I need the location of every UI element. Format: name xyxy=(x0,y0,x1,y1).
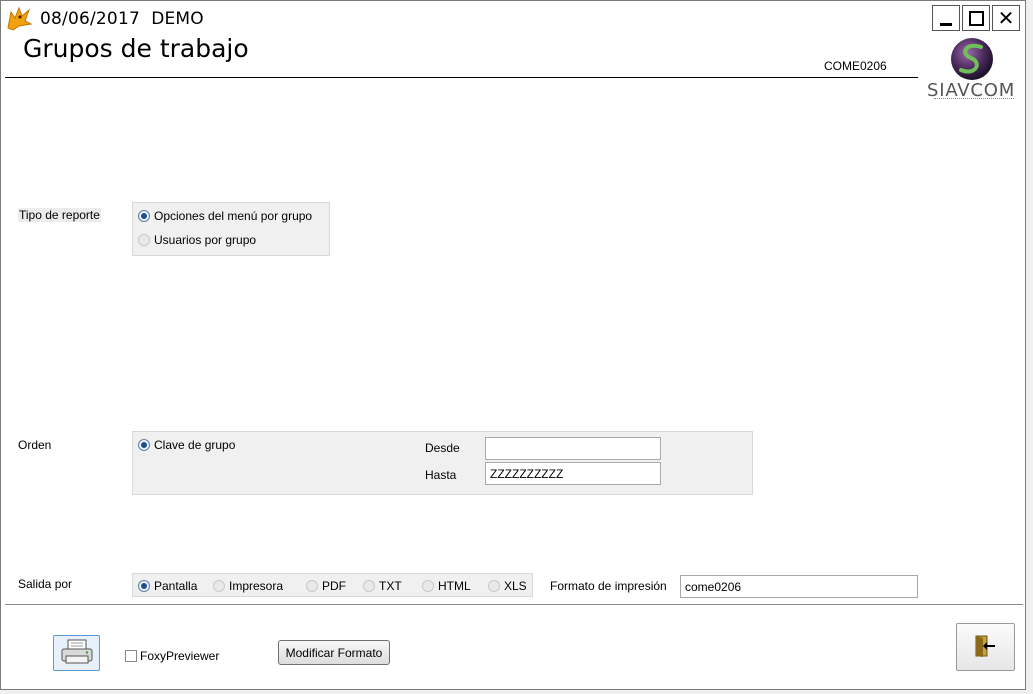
fox-icon xyxy=(5,4,33,32)
from-input[interactable] xyxy=(485,437,661,460)
to-label: Hasta xyxy=(425,468,457,482)
radio-option-clave-de-grupo[interactable]: Clave de grupo xyxy=(138,438,235,452)
minimize-icon xyxy=(940,22,952,26)
title-bar[interactable]: 08/06/2017 DEMO ✕ xyxy=(1,1,1025,33)
radio-selected-icon xyxy=(138,439,150,451)
window-title: 08/06/2017 DEMO xyxy=(40,9,204,29)
form-code: COME0206 xyxy=(824,59,887,73)
radio-option-menu-por-grupo[interactable]: Opciones del menú por grupo xyxy=(138,209,312,223)
minimize-button[interactable] xyxy=(932,5,960,31)
radio-option-usuarios-por-grupo[interactable]: Usuarios por grupo xyxy=(138,233,256,247)
radio-label: Opciones del menú por grupo xyxy=(154,209,313,223)
radio-label: Pantalla xyxy=(154,579,198,593)
exit-door-icon xyxy=(973,634,999,661)
foxypreviewer-label: FoxyPreviewer xyxy=(140,649,220,663)
close-button[interactable]: ✕ xyxy=(992,5,1020,31)
foxypreviewer-checkbox[interactable]: FoxyPreviewer xyxy=(125,649,219,663)
maximize-button[interactable] xyxy=(962,5,990,31)
radio-label: HTML xyxy=(438,579,471,593)
form-title: Grupos de trabajo xyxy=(23,34,249,63)
radio-label: Impresora xyxy=(229,579,284,593)
order-label: Orden xyxy=(18,438,52,452)
footer-divider xyxy=(5,604,1023,605)
exit-button[interactable] xyxy=(956,623,1015,671)
maximize-icon xyxy=(968,10,984,26)
output-label: Salida por xyxy=(18,577,73,591)
radio-option-pantalla[interactable]: Pantalla xyxy=(138,579,197,593)
radio-label: TXT xyxy=(379,579,402,593)
radio-option-impresora[interactable]: Impresora xyxy=(213,579,283,593)
radio-option-txt[interactable]: TXT xyxy=(363,579,402,593)
print-button[interactable] xyxy=(53,635,100,671)
report-type-label: Tipo de reporte xyxy=(18,208,101,222)
radio-unselected-icon xyxy=(363,580,375,592)
radio-label: PDF xyxy=(322,579,346,593)
modify-format-button[interactable]: Modificar Formato xyxy=(278,640,390,665)
print-format-input[interactable] xyxy=(680,575,918,598)
report-window: 08/06/2017 DEMO ✕ Grupos de trabajo COME… xyxy=(0,0,1026,690)
radio-unselected-icon xyxy=(213,580,225,592)
from-label: Desde xyxy=(425,441,460,455)
print-format-label: Formato de impresión xyxy=(550,579,667,593)
report-type-group: Opciones del menú por grupo Usuarios por… xyxy=(132,202,330,256)
radio-selected-icon xyxy=(138,580,150,592)
radio-label: XLS xyxy=(504,579,527,593)
radio-label: Clave de grupo xyxy=(154,438,236,452)
header-divider xyxy=(5,77,918,78)
radio-label: Usuarios por grupo xyxy=(154,233,257,247)
radio-unselected-icon xyxy=(422,580,434,592)
radio-unselected-icon xyxy=(306,580,318,592)
close-icon: ✕ xyxy=(997,6,1015,30)
checkbox-box-icon xyxy=(125,650,137,662)
logo-underline xyxy=(934,98,1014,101)
radio-option-pdf[interactable]: PDF xyxy=(306,579,346,593)
radio-selected-icon xyxy=(138,210,150,222)
to-input[interactable] xyxy=(485,462,661,485)
radio-option-xls[interactable]: XLS xyxy=(488,579,527,593)
output-group: Pantalla Impresora PDF TXT HTML XLS xyxy=(132,573,533,597)
radio-option-html[interactable]: HTML xyxy=(422,579,471,593)
radio-unselected-icon xyxy=(488,580,500,592)
radio-unselected-icon xyxy=(138,234,150,246)
printer-icon xyxy=(59,638,95,669)
